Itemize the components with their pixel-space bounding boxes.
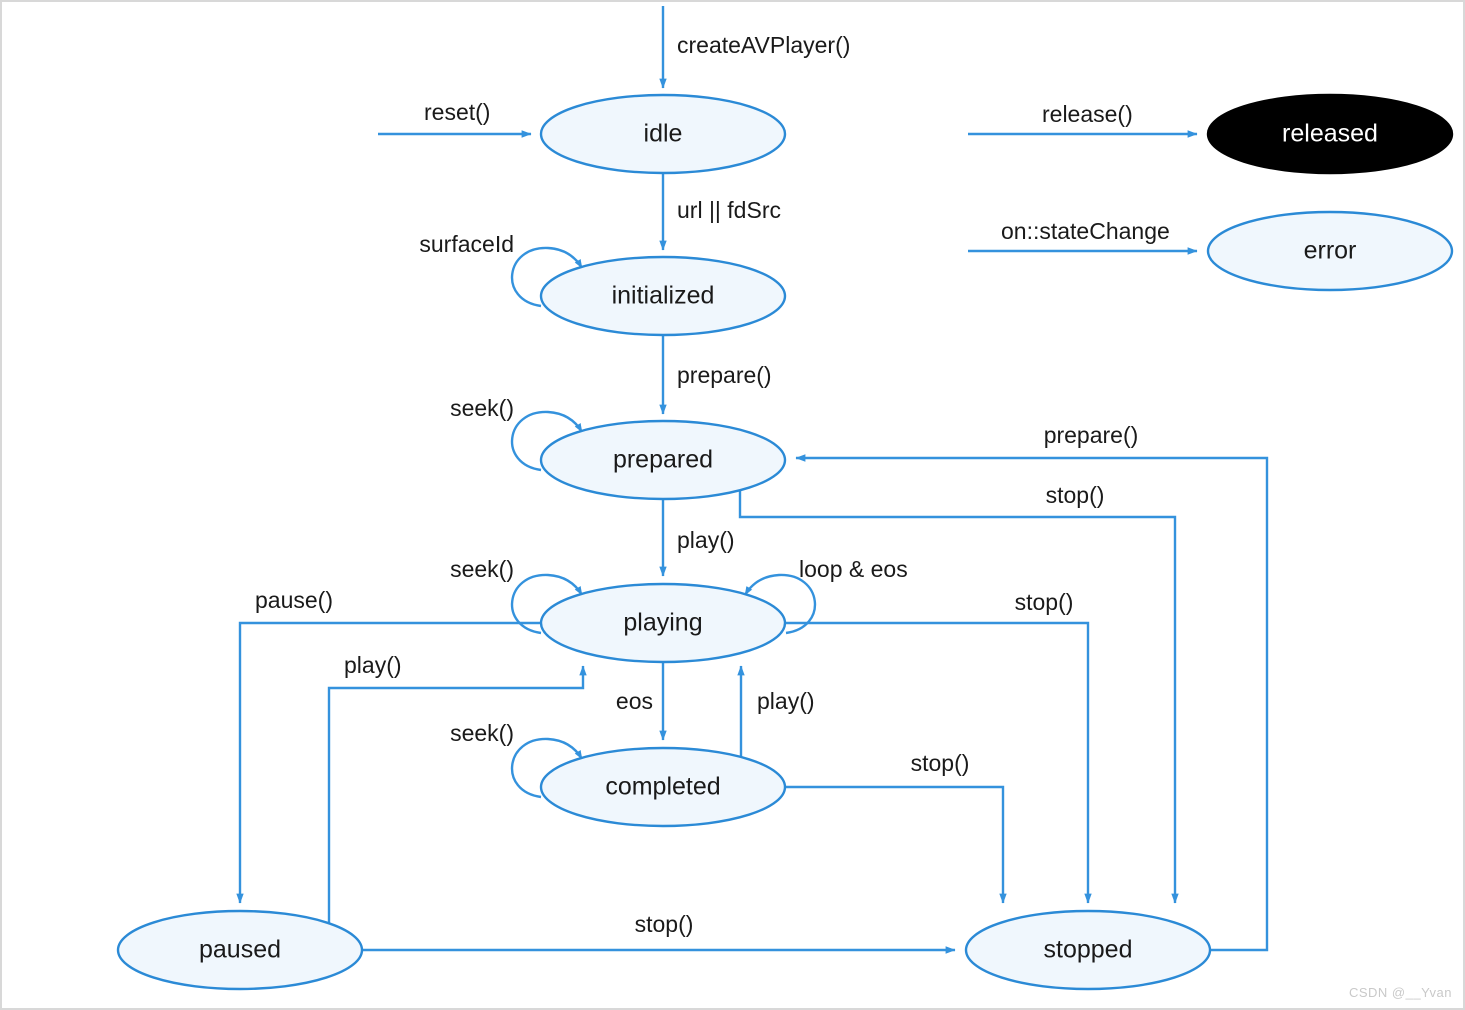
state-stopped[interactable]: stopped [964, 909, 1212, 991]
state-paused-shape[interactable] [116, 909, 364, 991]
edge-label-create-avplayer: createAVPlayer() [677, 32, 850, 58]
edge-stop-completed [786, 785, 1007, 904]
state-prepared-shape[interactable] [539, 419, 787, 501]
edge-label-seek-prepared: seek() [450, 395, 514, 421]
edge-label-surfaceid: surfaceId [419, 231, 514, 257]
edge-stop-prepared [738, 490, 1179, 904]
state-stopped-shape[interactable] [964, 909, 1212, 991]
watermark: CSDN @__Yvan [1349, 985, 1452, 1000]
edge-label-seek-playing: seek() [450, 556, 514, 582]
edge-label-play-prepared: play() [677, 527, 735, 553]
edge-play-paused [327, 665, 587, 950]
state-released[interactable]: released [1206, 93, 1454, 175]
edge-label-prepare: prepare() [677, 362, 772, 388]
edge-label-stop-completed: stop() [911, 750, 970, 776]
state-completed-shape[interactable] [539, 746, 787, 828]
avplayer-state-diagram: idle released error initialized prepared [0, 0, 1465, 1010]
edge-label-seek-completed: seek() [450, 720, 514, 746]
states-layer: idle released error initialized prepared [116, 93, 1454, 991]
edge-label-on-state-change: on::stateChange [1001, 218, 1170, 244]
edge-label-play-paused: play() [344, 652, 402, 678]
edge-label-stop-playing: stop() [1015, 589, 1074, 615]
state-error-shape[interactable] [1206, 210, 1454, 292]
state-playing-shape[interactable] [539, 582, 787, 664]
state-idle[interactable]: idle [539, 93, 787, 175]
edge-pause [236, 621, 541, 904]
edge-label-play-completed: play() [757, 688, 815, 714]
state-paused[interactable]: paused [116, 909, 364, 991]
state-completed[interactable]: completed [539, 746, 787, 828]
edge-label-reset: reset() [424, 99, 490, 125]
state-error[interactable]: error [1206, 210, 1454, 292]
state-prepared[interactable]: prepared [539, 419, 787, 501]
edge-label-prepare-stopped: prepare() [1044, 422, 1139, 448]
state-idle-shape[interactable] [539, 93, 787, 175]
edge-stop-playing [786, 621, 1092, 904]
state-playing[interactable]: playing [539, 582, 787, 664]
edge-label-url-fdsrc: url || fdSrc [677, 197, 781, 223]
state-initialized[interactable]: initialized [539, 255, 787, 337]
edge-label-stop-paused: stop() [635, 911, 694, 937]
edge-label-stop-prepared: stop() [1046, 482, 1105, 508]
state-released-shape[interactable] [1206, 93, 1454, 175]
edge-label-pause: pause() [255, 587, 333, 613]
edge-label-loop-eos: loop & eos [799, 556, 908, 582]
state-initialized-shape[interactable] [539, 255, 787, 337]
edge-label-eos: eos [616, 688, 653, 714]
edge-label-release: release() [1042, 101, 1133, 127]
state-diagram-canvas: idle released error initialized prepared [0, 0, 1465, 1010]
edge-prepare-stopped [795, 454, 1269, 952]
